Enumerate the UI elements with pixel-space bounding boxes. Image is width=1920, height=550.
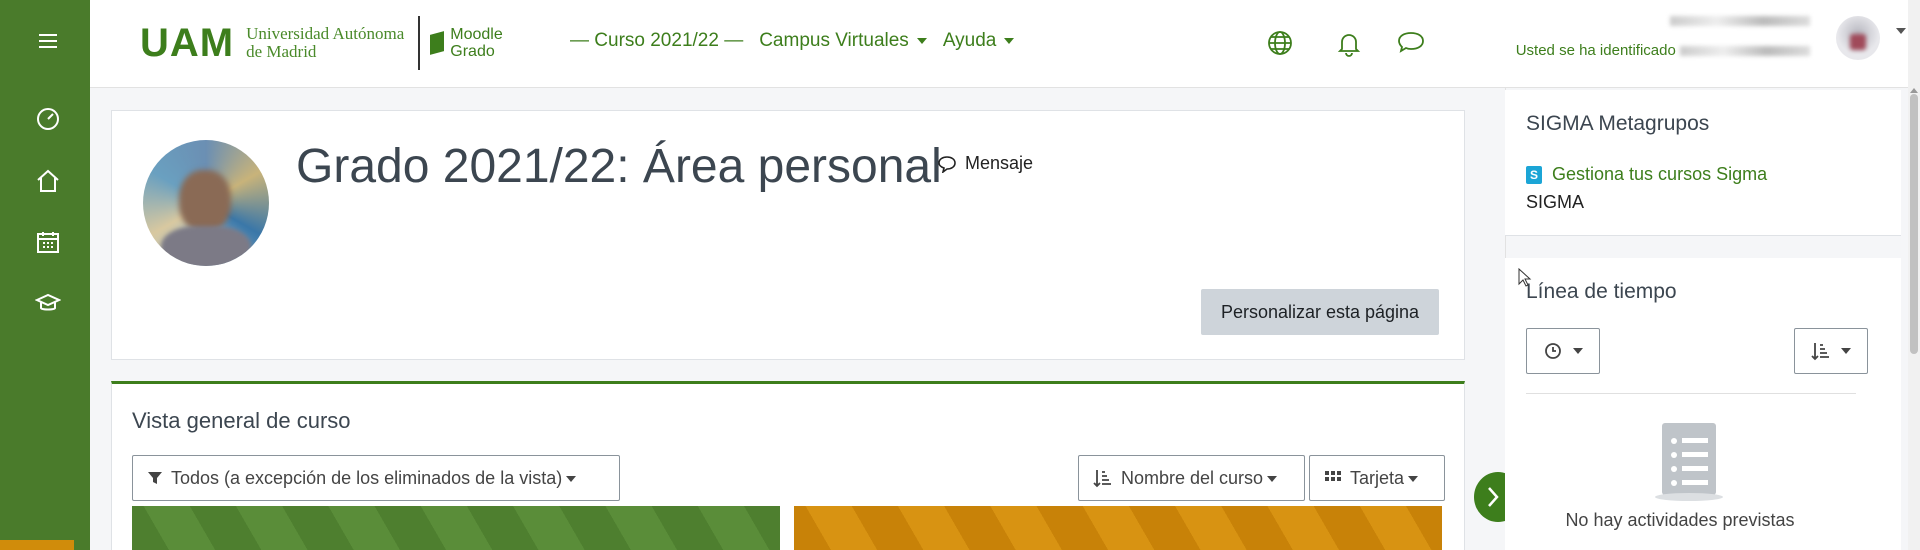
sigma-manage-link[interactable]: S Gestiona tus cursos Sigma [1526,164,1767,185]
menu-icon[interactable] [34,27,62,55]
top-navbar: UAM Universidad Autónoma de Madrid Moodl… [90,0,1920,88]
grid-icon [1325,471,1341,481]
timeline-block: Línea de tiempo No hay actividades previ… [1505,258,1901,550]
customize-page-button[interactable]: Personalizar esta página [1201,289,1439,335]
course-sort-label: Nombre del curso [1121,468,1277,489]
dashboard-icon[interactable] [34,105,62,133]
nav-current-course[interactable]: — Curso 2021/22 — [570,30,743,52]
course-overview-block: Vista general de curso Todos (a excepció… [111,381,1465,550]
nav-ayuda[interactable]: Ayuda [943,30,1015,52]
course-sort-dropdown[interactable]: Nombre del curso [1078,455,1305,501]
courses-icon[interactable] [34,290,62,318]
moodle-flag-icon [430,31,445,55]
logo-divider [418,16,421,70]
user-name-redacted [1680,46,1810,57]
filter-icon [148,472,162,484]
user-top-redacted [1670,16,1810,26]
timeline-title: Línea de tiempo [1526,280,1677,303]
page-scrollbar[interactable] [1908,0,1920,550]
course-filter-dropdown[interactable]: Todos (a excepción de los eliminados de … [132,455,620,501]
sort-icon [1093,470,1111,488]
user-menu-caret-icon[interactable] [1896,28,1906,34]
scrollbar-thumb[interactable] [1910,94,1918,354]
moodle-logo-line1: Moodle [450,26,503,43]
empty-list-icon [1652,421,1726,501]
user-label: Usted se ha identificado [1515,42,1676,59]
no-activities-text: No hay actividades previstas [1565,510,1795,530]
sigma-block-title: SIGMA Metagrupos [1526,112,1710,135]
top-nav-menu: — Curso 2021/22 — Campus Virtuales Ayuda [570,30,1014,52]
course-overview-title: Vista general de curso [132,408,351,433]
left-nav-rail [0,0,90,550]
course-card-image[interactable] [794,506,1442,550]
moodle-logo-line2: Grado [450,43,495,60]
mouse-cursor-icon [1518,268,1532,287]
university-name: Universidad Autónoma de Madrid [246,25,404,61]
rail-accent [0,540,74,550]
language-globe-icon[interactable] [1266,29,1294,57]
sigma-block: SIGMA Metagrupos S Gestiona tus cursos S… [1505,90,1901,236]
home-icon[interactable] [34,167,62,195]
university-name-line1: Universidad Autónoma [246,24,405,43]
timeline-filter-dropdown[interactable] [1526,328,1600,374]
messages-chat-icon[interactable] [1396,29,1424,57]
nav-campus-virtuales[interactable]: Campus Virtuales [759,30,927,52]
sort-icon [1811,343,1829,361]
course-view-dropdown[interactable]: Tarjeta [1309,455,1445,501]
timeline-divider [1526,393,1856,394]
notifications-bell-icon[interactable] [1335,29,1363,57]
course-filter-label: Todos (a excepción de los eliminados de … [171,468,576,489]
message-button[interactable]: Mensaje [937,153,1033,174]
site-logo[interactable]: UAM Universidad Autónoma de Madrid Moodl… [140,14,503,72]
user-identified-text: Usted se ha identificado [1516,42,1810,59]
scroll-up-arrow-icon[interactable] [1910,88,1918,93]
sigma-caption: SIGMA [1526,192,1585,212]
page-title: Grado 2021/22: Área personal [296,140,942,193]
clock-icon [1545,343,1561,359]
message-label: Mensaje [965,153,1034,173]
university-name-line2: de Madrid [246,42,317,61]
dropdown-caret-icon [1841,348,1851,354]
moodle-logo: Moodle Grado [430,26,503,60]
course-card-image[interactable] [132,506,780,550]
calendar-icon[interactable] [34,228,62,256]
sigma-link-label: Gestiona tus cursos Sigma [1552,164,1768,184]
profile-avatar [143,140,269,266]
dropdown-caret-icon [1573,348,1583,354]
uam-logo-text: UAM [140,20,235,65]
page-header-card: Grado 2021/22: Área personal Mensaje Per… [111,110,1465,360]
user-avatar[interactable] [1836,16,1880,60]
speech-bubble-icon [938,155,956,173]
sigma-logo-icon: S [1526,165,1542,184]
timeline-sort-dropdown[interactable] [1794,328,1868,374]
course-view-label: Tarjeta [1350,468,1418,489]
chevron-right-icon [1488,487,1499,507]
